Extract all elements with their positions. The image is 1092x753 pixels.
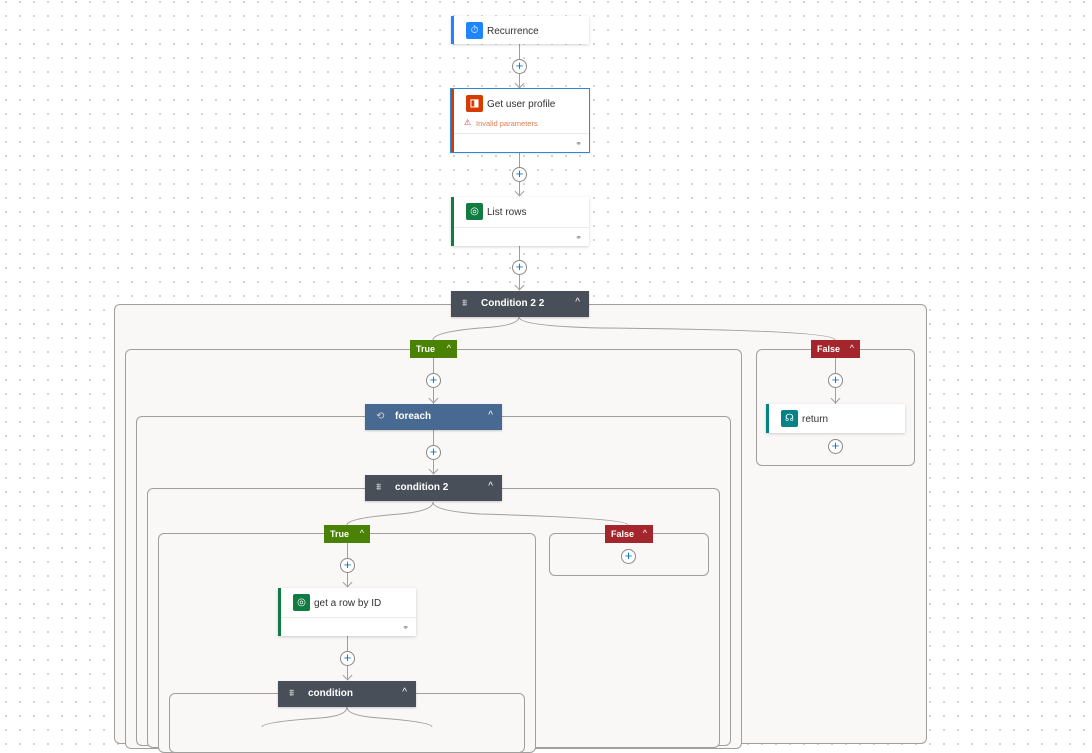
link-icon[interactable]: ⚭: [402, 623, 409, 632]
add-step-button[interactable]: +: [340, 558, 355, 573]
return-card[interactable]: ☊ return: [766, 404, 905, 433]
branch-label: False: [611, 529, 635, 539]
list-rows-card[interactable]: ◎ List rows ⚭: [451, 197, 589, 246]
condition-icon: ⩩: [462, 298, 468, 309]
chevron-up-icon[interactable]: ^: [575, 297, 580, 308]
add-step-button[interactable]: +: [512, 167, 527, 182]
card-title: Get user profile: [487, 99, 556, 110]
add-step-button[interactable]: +: [828, 373, 843, 388]
card-title: get a row by ID: [314, 598, 382, 609]
chevron-up-icon[interactable]: ^: [447, 343, 451, 353]
add-step-button[interactable]: +: [426, 373, 441, 388]
connector-arrow: [514, 78, 525, 89]
condition-header[interactable]: ⩩ condition ^: [278, 681, 416, 707]
office-icon: ◨: [466, 95, 483, 112]
card-title: Recurrence: [487, 26, 539, 37]
dataverse-icon: ◎: [466, 203, 483, 220]
chevron-up-icon[interactable]: ^: [488, 410, 493, 421]
dataverse-icon: ◎: [293, 594, 310, 611]
warning-text: Invalid parameters: [476, 119, 538, 128]
foreach-header[interactable]: ⟲ foreach ^: [365, 404, 502, 430]
condition-icon: ⩩: [376, 482, 382, 493]
chevron-up-icon[interactable]: ^: [402, 687, 407, 698]
chevron-up-icon[interactable]: ^: [643, 528, 647, 538]
condition-2-2-true-label[interactable]: True ^: [410, 340, 457, 358]
add-step-button[interactable]: +: [512, 59, 527, 74]
get-user-profile-card[interactable]: ◨ Get user profile ⚠ Invalid parameters …: [450, 88, 590, 153]
link-icon[interactable]: ⚭: [575, 139, 582, 148]
condition-icon: ⩩: [289, 688, 295, 699]
get-row-by-id-card[interactable]: ◎ get a row by ID ⚭: [278, 588, 416, 636]
chevron-up-icon[interactable]: ^: [850, 343, 854, 353]
card-footer: [454, 133, 589, 152]
clock-icon: ⏱: [466, 22, 483, 39]
card-title: List rows: [487, 207, 527, 218]
add-step-button[interactable]: +: [512, 260, 527, 275]
header-title: condition 2: [395, 482, 449, 493]
connector-arrow: [514, 186, 525, 197]
branch-label: True: [416, 344, 436, 354]
header-title: foreach: [395, 411, 432, 422]
card-footer: [454, 227, 589, 246]
add-step-button[interactable]: +: [340, 651, 355, 666]
warning-icon: ⚠: [464, 118, 472, 127]
link-icon[interactable]: ⚭: [575, 233, 582, 242]
header-title: condition: [308, 688, 353, 699]
branch-label: True: [330, 529, 350, 539]
header-title: Condition 2 2: [481, 298, 545, 309]
branch-label: False: [817, 344, 841, 354]
add-step-button[interactable]: +: [621, 549, 636, 564]
chevron-up-icon[interactable]: ^: [360, 528, 364, 538]
card-title: return: [802, 414, 829, 425]
card-footer: [281, 617, 416, 636]
condition-2-2-false-label[interactable]: False ^: [811, 340, 860, 358]
condition-2-true-label[interactable]: True ^: [324, 525, 370, 543]
add-step-button[interactable]: +: [426, 445, 441, 460]
recurrence-card[interactable]: ⏱ Recurrence: [451, 16, 589, 44]
add-step-button[interactable]: +: [828, 439, 843, 454]
condition-2-false-label[interactable]: False ^: [605, 525, 653, 543]
respond-icon: ☊: [781, 410, 798, 427]
connector-arrow: [514, 280, 525, 291]
condition-2-header[interactable]: ⩩ condition 2 ^: [365, 475, 502, 501]
chevron-up-icon[interactable]: ^: [488, 481, 493, 492]
condition-2-2-header[interactable]: ⩩ Condition 2 2 ^: [451, 291, 589, 317]
loop-icon: ⟲: [376, 411, 385, 422]
